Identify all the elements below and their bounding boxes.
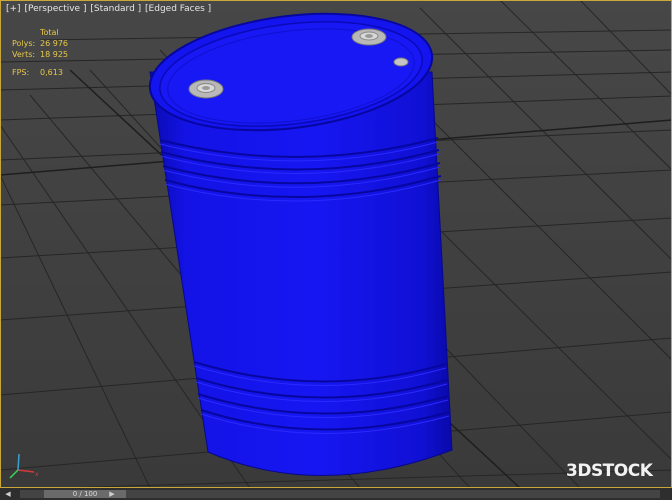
barrel-model[interactable]: [143, 0, 453, 476]
svg-text:x: x: [35, 471, 39, 478]
arrow-left-icon[interactable]: ◀: [4, 490, 12, 498]
axis-gizmo-icon: x: [9, 453, 39, 479]
stats-polys-row: Polys: 26 976: [12, 38, 68, 49]
stats-fps-value: 0,613: [40, 68, 63, 77]
bung-cap-right: [351, 28, 387, 46]
stats-polys-label: Polys:: [12, 39, 36, 48]
stats-verts-value: 18 925: [40, 50, 68, 59]
scene-render: [0, 0, 672, 488]
perspective-viewport[interactable]: [+] [Perspective ] [Standard ] [Edged Fa…: [0, 0, 672, 488]
viewport-menu-plus[interactable]: [+]: [6, 4, 21, 14]
frame-slider-track[interactable]: 0 / 100: [20, 490, 660, 498]
viewport-label-menu[interactable]: [+] [Perspective ] [Standard ] [Edged Fa…: [6, 4, 212, 14]
stats-polys-value: 26 976: [40, 39, 68, 48]
stats-fps-row: FPS: 0,613: [12, 67, 68, 78]
watermark-logo: 3DSTOCK: [566, 461, 653, 481]
viewport-menu-perspective[interactable]: [Perspective ]: [24, 4, 86, 14]
stats-verts-row: Verts: 18 925: [12, 49, 68, 60]
arrow-right-icon[interactable]: ▶: [108, 490, 116, 498]
stats-verts-label: Verts:: [12, 50, 36, 59]
bung-cap-left: [188, 79, 224, 99]
stats-fps-label: FPS:: [12, 68, 30, 77]
viewport-menu-shading[interactable]: [Standard ]: [90, 4, 141, 14]
statistics-overlay: Total Polys: 26 976 Verts: 18 925 FPS: 0…: [12, 27, 68, 78]
vent-cap: [393, 57, 409, 67]
time-slider-bar[interactable]: ◀ 0 / 100 ▶: [0, 488, 672, 500]
viewport-menu-edged-faces[interactable]: [Edged Faces ]: [145, 4, 211, 14]
stats-header: Total: [40, 28, 59, 37]
